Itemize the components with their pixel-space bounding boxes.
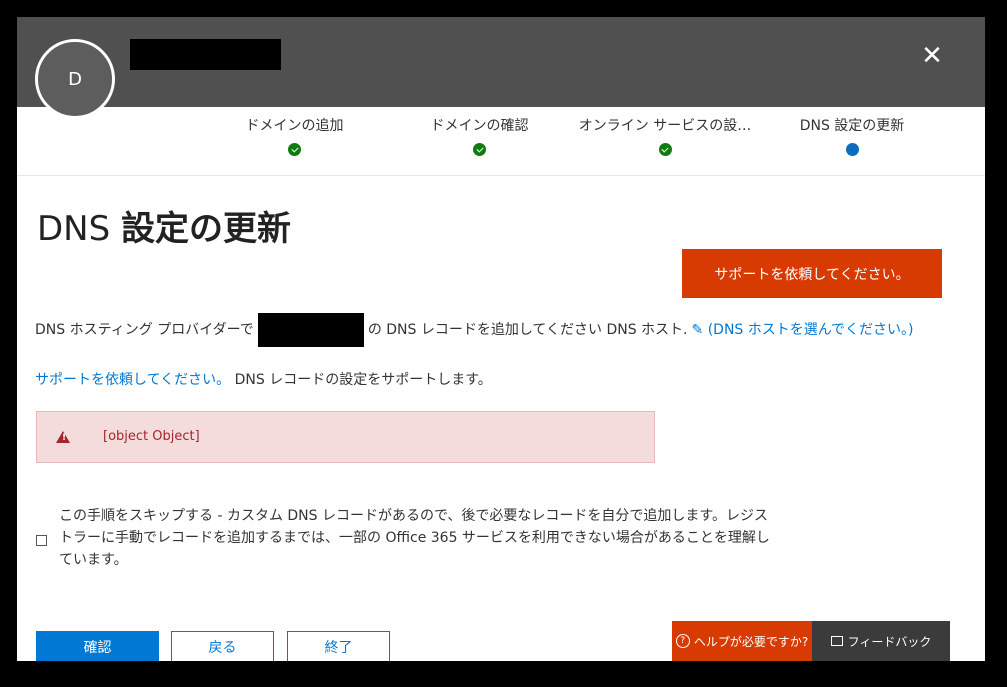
warning-icon-mark: ! (62, 433, 67, 443)
request-support-link[interactable]: サポートを依頼してください。 (35, 372, 230, 388)
feedback-label: フィードバック (847, 634, 932, 649)
support-line: サポートを依頼してください。 DNS レコードの設定をサポートします。 (35, 369, 492, 389)
request-support-button[interactable]: サポートを依頼してください。 (682, 249, 942, 298)
progress-steps: ドメインの追加 ドメインの確認 オンライン サービスの設… DNS 設定の更新 (17, 107, 985, 176)
step-label: DNS 設定の更新 (799, 118, 905, 134)
dns-text-after: の DNS レコードを追加してください DNS ホスト. (367, 322, 688, 338)
dns-text-before: DNS ホスティング プロバイダーで (35, 322, 254, 338)
page-title-main: 設定の更新 (121, 209, 292, 249)
step-current-icon (845, 143, 859, 156)
step-add-domain: ドメインの追加 (222, 115, 367, 156)
page-title-prefix: DNS (37, 209, 111, 249)
setup-panel: ✕ D ドメインの追加 ドメインの確認 オンライン サービスの設… DNS 設定… (17, 17, 985, 661)
step-label: オンライン サービスの設… (578, 118, 752, 134)
feedback-icon (830, 636, 843, 646)
step-dns-settings: DNS 設定の更新 (782, 115, 922, 156)
step-complete-icon (658, 143, 672, 156)
error-text: [object Object] (103, 429, 200, 444)
step-complete-icon (288, 143, 301, 156)
help-button[interactable]: ? ヘルプが必要ですか? (672, 621, 812, 661)
step-label: ドメインの確認 (430, 118, 529, 134)
feedback-button[interactable]: フィードバック (812, 621, 950, 661)
redacted-domain (257, 313, 364, 347)
support-line-text: DNS レコードの設定をサポートします。 (230, 372, 492, 388)
step-label: ドメインの追加 (245, 118, 344, 134)
finish-button[interactable]: 終了 (287, 631, 390, 661)
header-bar: ✕ (17, 17, 985, 107)
page-title: DNS 設定の更新 (37, 201, 291, 250)
pencil-icon[interactable]: ✎ (692, 318, 704, 342)
close-icon[interactable]: ✕ (915, 39, 949, 73)
skip-step-checkbox[interactable] (36, 535, 47, 546)
back-button[interactable]: 戻る (171, 631, 274, 661)
dns-instructions: DNS ホスティング プロバイダーで の DNS レコードを追加してください DN… (35, 313, 965, 347)
confirm-button[interactable]: 確認 (36, 631, 159, 661)
step-online-services: オンライン サービスの設… (570, 115, 760, 156)
step-complete-icon (473, 143, 486, 156)
help-label: ヘルプが必要ですか? (693, 634, 809, 649)
redacted-title (130, 39, 281, 70)
error-message: ! [object Object] (36, 411, 655, 463)
avatar: D (35, 39, 115, 119)
step-verify-domain: ドメインの確認 (407, 115, 552, 156)
help-icon: ? (675, 634, 690, 648)
choose-dns-host-link[interactable]: (DNS ホストを選んでください。) (708, 322, 914, 338)
skip-step-label: この手順をスキップする - カスタム DNS レコードがあるので、後で必要なレコ… (59, 508, 770, 568)
